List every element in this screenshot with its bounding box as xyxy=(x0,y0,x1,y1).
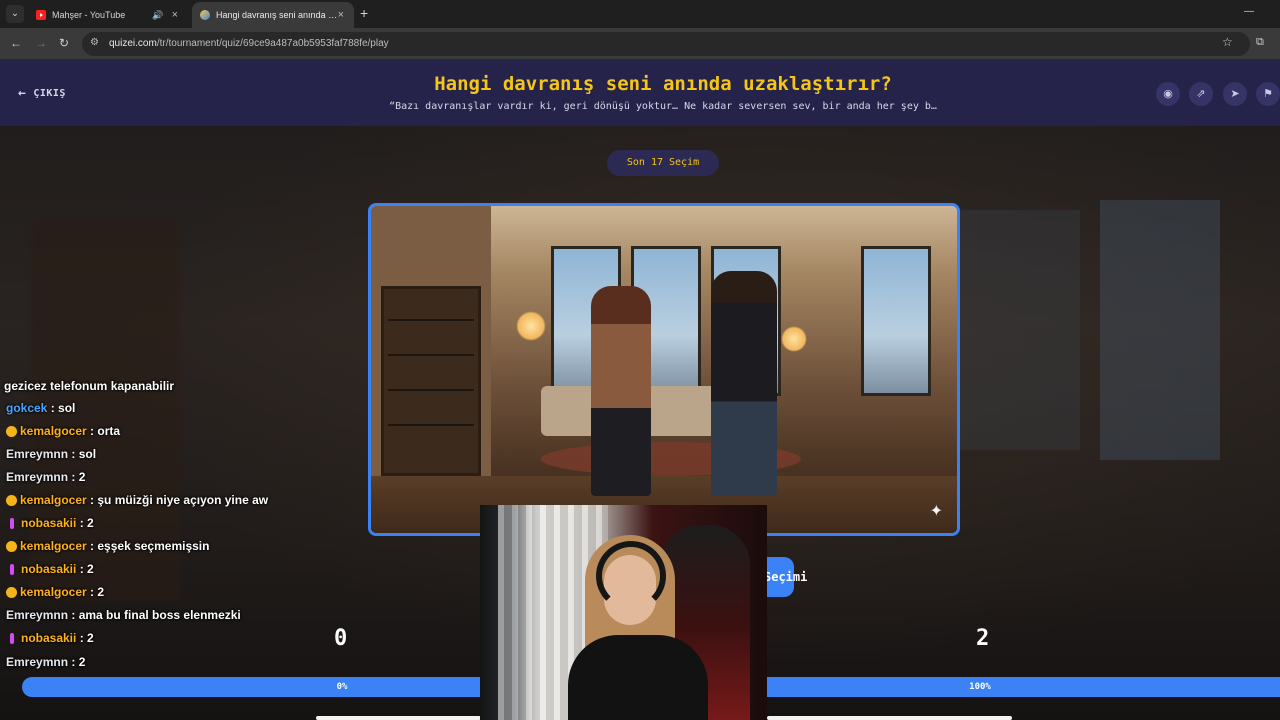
chat-username: nobasakii xyxy=(21,631,77,645)
vote-percent-right: 100% xyxy=(969,682,991,692)
flag-icon[interactable]: ⚑ xyxy=(1256,82,1280,106)
site-info-icon[interactable]: ⚙ xyxy=(90,37,99,48)
browser-tab-bar: ⌄ Mahşer - YouTube 🔊 × Hangi davranış se… xyxy=(0,0,1280,28)
chat-message: nobasakii : 2 xyxy=(6,513,94,533)
chat-username: Emreymnn xyxy=(6,655,69,669)
option-button-right[interactable] xyxy=(767,716,1012,720)
quizei-icon xyxy=(200,10,210,20)
tab-search-button[interactable]: ⌄ xyxy=(6,5,24,23)
chat-text: 2 xyxy=(78,470,86,484)
chat-username: kemalgocer xyxy=(20,539,87,553)
chat-username: kemalgocer xyxy=(20,493,87,507)
youtube-icon xyxy=(36,10,46,20)
back-icon[interactable]: ← xyxy=(10,36,22,50)
chat-username: kemalgocer xyxy=(20,424,87,438)
chat-text: şu müizği niye açıyon yine aw xyxy=(97,493,269,507)
chat-header: gezicez telefonum kapanabilir xyxy=(4,379,175,393)
badge-icon xyxy=(10,563,14,575)
chat-message: Emreymnn : 2 xyxy=(6,655,86,669)
choice-image-card[interactable]: ✦ xyxy=(368,203,960,536)
chat-message: Emreymnn : ama bu final boss elenmezki xyxy=(6,608,241,622)
browser-address-bar: ← → ↻ ⚙ quizei.com/tr/tournament/quiz/69… xyxy=(0,28,1280,60)
chat-text: 2 xyxy=(97,585,105,599)
chat-message: Emreymnn : 2 xyxy=(6,470,86,484)
quiz-title: Hangi davranış seni anında uzaklaştırır? xyxy=(434,73,892,95)
chat-username: nobasakii xyxy=(21,516,77,530)
send-icon[interactable]: ➤ xyxy=(1223,82,1247,106)
chat-message: kemalgocer : orta xyxy=(6,421,120,441)
image-region xyxy=(591,286,651,496)
chat-text: 2 xyxy=(87,631,94,645)
webcam-region xyxy=(568,635,708,720)
tab-quizei[interactable]: Hangi davranış seni anında uzaklaştırır … xyxy=(192,2,354,28)
chat-message: nobasakii : 2 xyxy=(6,559,94,579)
chat-username: Emreymnn xyxy=(6,470,69,484)
chat-username: nobasakii xyxy=(21,562,77,576)
chat-username: gokcek xyxy=(6,401,48,415)
eye-icon[interactable]: ◉ xyxy=(1156,82,1180,106)
chat-message: kemalgocer : eşşek seçmemişsin xyxy=(6,536,209,556)
chat-text: orta xyxy=(97,424,121,438)
reload-icon[interactable]: ↻ xyxy=(59,36,69,50)
tab-title: Hangi davranış seni anında uzaklaştırır xyxy=(216,10,338,20)
sparkle-icon: ✦ xyxy=(929,503,943,520)
image-region xyxy=(711,271,777,496)
chat-message: gokcek : sol xyxy=(6,401,76,415)
url-text: quizei.com/tr/tournament/quiz/69ce9a487a… xyxy=(109,38,389,49)
quiz-subtitle: “Bazı davranışlar vardır ki, geri dönüşü… xyxy=(389,101,937,112)
chat-username: Emreymnn xyxy=(6,608,69,622)
bookmark-star-icon[interactable]: ☆ xyxy=(1222,35,1233,49)
round-badge: Son 17 Seçim xyxy=(607,150,719,176)
speaker-icon[interactable]: 🔊 xyxy=(152,10,163,21)
headset-shape xyxy=(596,541,666,611)
chat-username: kemalgocer xyxy=(20,585,87,599)
option-button-left[interactable] xyxy=(316,716,481,720)
badge-icon xyxy=(6,586,17,598)
image-region xyxy=(516,311,546,341)
badge-icon xyxy=(6,540,17,552)
url-path: /tr/tournament/quiz/69ce9a487a0b5953faf7… xyxy=(156,38,389,49)
chat-text: eşşek seçmemişsin xyxy=(97,539,210,553)
close-tab-icon[interactable]: × xyxy=(172,9,178,21)
forward-icon[interactable]: → xyxy=(35,36,47,50)
tab-youtube[interactable]: Mahşer - YouTube 🔊 × xyxy=(28,2,188,28)
image-region xyxy=(781,326,807,352)
minimize-icon[interactable]: — xyxy=(1244,6,1254,17)
chat-message: Emreymnn : sol xyxy=(6,447,97,461)
score-right: 2 xyxy=(976,626,990,651)
badge-icon xyxy=(6,494,17,506)
badge-icon xyxy=(6,425,17,437)
chat-text: 2 xyxy=(87,562,94,576)
chat-text: 2 xyxy=(78,655,86,669)
quiz-header: ← ÇIKIŞ Hangi davranış seni anında uzakl… xyxy=(0,60,1280,126)
close-tab-icon[interactable]: × xyxy=(338,9,344,21)
tab-title: Mahşer - YouTube xyxy=(52,10,126,20)
chat-text: 2 xyxy=(87,516,94,530)
chat-message: kemalgocer : 2 xyxy=(6,582,104,602)
badge-icon xyxy=(10,517,14,529)
share-icon[interactable]: ⇗ xyxy=(1189,82,1213,106)
score-left: 0 xyxy=(334,626,348,651)
chat-message: nobasakii : 2 xyxy=(6,628,94,648)
chat-message: kemalgocer : şu müizği niye açıyon yine … xyxy=(6,490,268,510)
chat-text: ama bu final boss elenmezki xyxy=(78,608,241,622)
chat-text: sol xyxy=(78,447,97,461)
chat-text: sol xyxy=(58,401,76,415)
extensions-icon[interactable]: ⧉ xyxy=(1256,36,1264,49)
webcam-overlay xyxy=(480,505,767,720)
badge-icon xyxy=(10,632,14,644)
url-host: quizei.com xyxy=(109,38,157,49)
image-region xyxy=(861,246,931,396)
image-region xyxy=(381,286,481,476)
chat-username: Emreymnn xyxy=(6,447,69,461)
url-field[interactable]: ⚙ quizei.com/tr/tournament/quiz/69ce9a48… xyxy=(82,32,1250,56)
new-tab-icon[interactable]: + xyxy=(360,6,368,20)
